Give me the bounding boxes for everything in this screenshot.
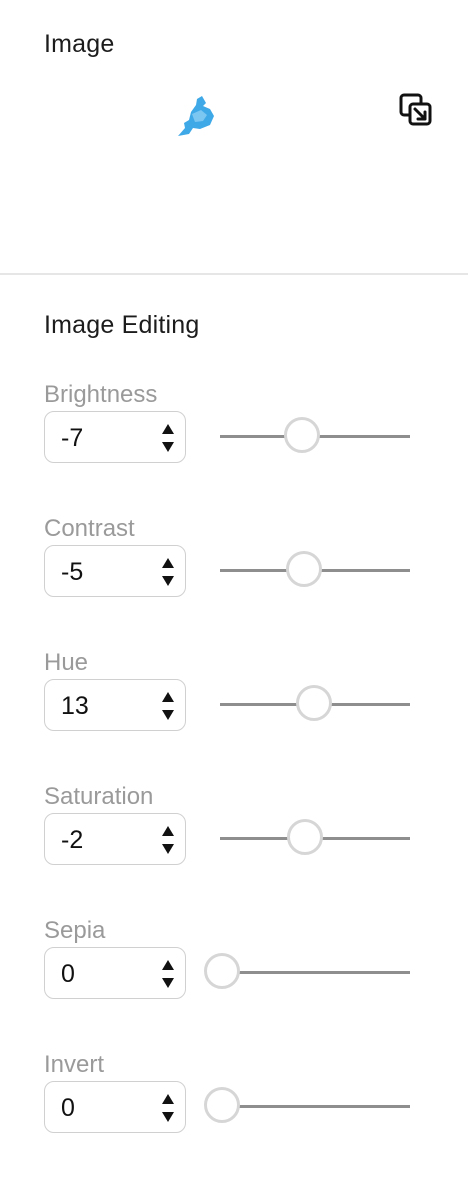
increment-arrow-icon[interactable]: [162, 826, 174, 836]
contrast-value[interactable]: -5: [61, 558, 83, 587]
image-section-title: Image: [44, 30, 115, 58]
hue-label: Hue: [44, 649, 89, 676]
hue-stepper[interactable]: 13: [44, 679, 186, 731]
section-divider: [0, 273, 468, 275]
saturation-slider-thumb[interactable]: [287, 819, 323, 855]
increment-arrow-icon[interactable]: [162, 424, 174, 434]
decrement-arrow-icon[interactable]: [162, 442, 174, 452]
hue-control: Hue 13: [0, 649, 468, 759]
contrast-control: Contrast -5: [0, 515, 468, 625]
increment-arrow-icon[interactable]: [162, 960, 174, 970]
saturation-value[interactable]: -2: [61, 826, 83, 855]
decrement-arrow-icon[interactable]: [162, 844, 174, 854]
increment-arrow-icon[interactable]: [162, 692, 174, 702]
increment-arrow-icon[interactable]: [162, 558, 174, 568]
decrement-arrow-icon[interactable]: [162, 576, 174, 586]
saturation-control: Saturation -2: [0, 783, 468, 893]
invert-slider-thumb[interactable]: [204, 1087, 240, 1123]
hue-value[interactable]: 13: [61, 692, 89, 721]
brightness-stepper[interactable]: -7: [44, 411, 186, 463]
invert-slider-track: [220, 1105, 410, 1108]
saturation-stepper[interactable]: -2: [44, 813, 186, 865]
contrast-label: Contrast: [44, 515, 135, 542]
replace-image-icon: [399, 93, 432, 126]
bird-icon: [178, 96, 214, 136]
invert-stepper[interactable]: 0: [44, 1081, 186, 1133]
sepia-label: Sepia: [44, 917, 106, 944]
invert-control: Invert 0: [0, 1051, 468, 1161]
increment-arrow-icon[interactable]: [162, 1094, 174, 1104]
replace-image-button[interactable]: [398, 92, 434, 128]
sepia-stepper[interactable]: 0: [44, 947, 186, 999]
sepia-value[interactable]: 0: [61, 960, 75, 989]
invert-value[interactable]: 0: [61, 1094, 75, 1123]
brightness-control: Brightness -7: [0, 381, 468, 491]
contrast-slider-thumb[interactable]: [286, 551, 322, 587]
image-editing-title: Image Editing: [44, 311, 200, 339]
contrast-stepper[interactable]: -5: [44, 545, 186, 597]
brightness-label: Brightness: [44, 381, 158, 408]
saturation-slider[interactable]: [204, 813, 410, 865]
invert-stepper-arrows: [160, 1090, 176, 1126]
saturation-stepper-arrows: [160, 822, 176, 858]
hue-slider[interactable]: [204, 679, 410, 731]
brightness-value[interactable]: -7: [61, 424, 83, 453]
decrement-arrow-icon[interactable]: [162, 978, 174, 988]
hue-slider-thumb[interactable]: [296, 685, 332, 721]
invert-slider[interactable]: [204, 1081, 410, 1133]
brightness-stepper-arrows: [160, 420, 176, 456]
image-thumbnail[interactable]: [176, 94, 218, 136]
contrast-slider[interactable]: [204, 545, 410, 597]
sepia-slider-thumb[interactable]: [204, 953, 240, 989]
sepia-control: Sepia 0: [0, 917, 468, 1027]
brightness-slider[interactable]: [204, 411, 410, 463]
invert-label: Invert: [44, 1051, 105, 1078]
sepia-stepper-arrows: [160, 956, 176, 992]
sepia-slider-track: [220, 971, 410, 974]
decrement-arrow-icon[interactable]: [162, 1112, 174, 1122]
hue-stepper-arrows: [160, 688, 176, 724]
brightness-slider-thumb[interactable]: [284, 417, 320, 453]
contrast-stepper-arrows: [160, 554, 176, 590]
saturation-label: Saturation: [44, 783, 154, 810]
sepia-slider[interactable]: [204, 947, 410, 999]
decrement-arrow-icon[interactable]: [162, 710, 174, 720]
